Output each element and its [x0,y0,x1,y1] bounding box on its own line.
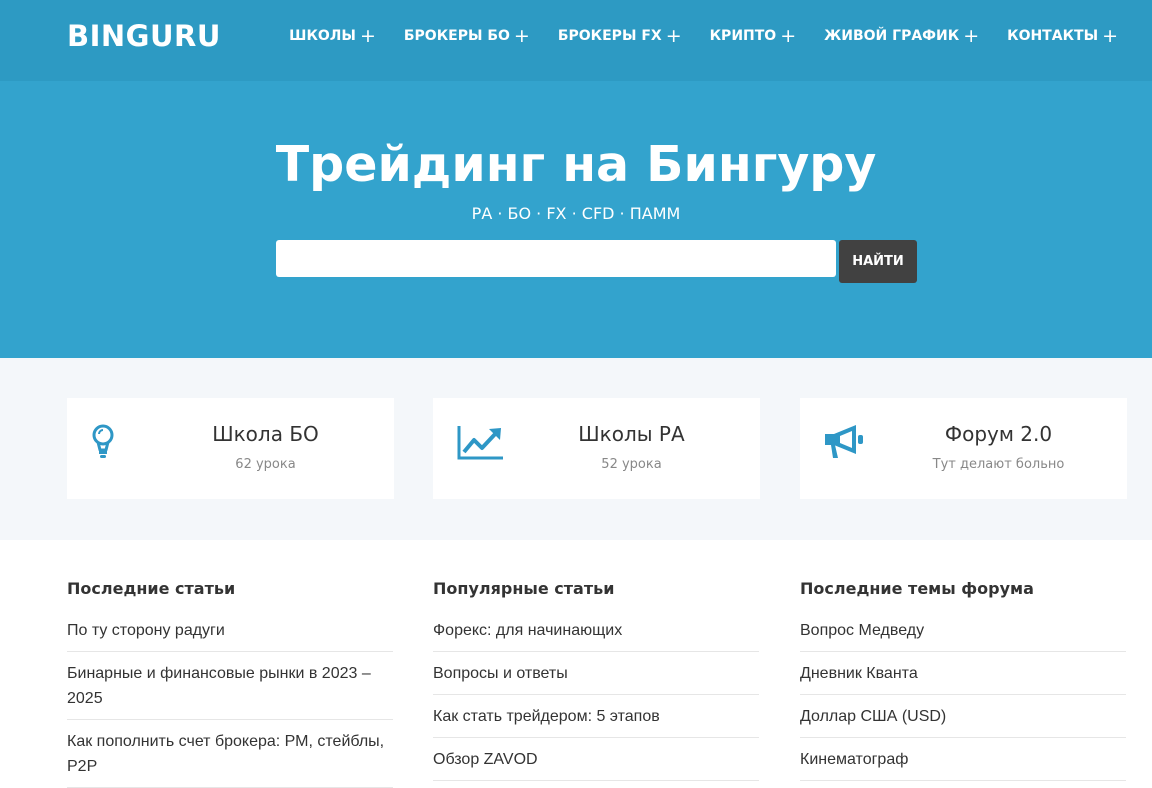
list-item[interactable]: Кинематограф [800,738,1126,781]
list-item[interactable]: Обзор ZAVOD [433,738,759,781]
nav-item-label: ШКОЛЫ [289,28,356,44]
nav-item-label: КРИПТО [709,28,777,44]
article-list: Форекс: для начинающих Вопросы и ответы … [433,609,759,781]
article-list: По ту сторону радуги Бинарные и финансов… [67,609,393,788]
list-item[interactable]: Вопросы и ответы [433,652,759,695]
hero-title: Трейдинг на Бингуру [275,136,877,193]
plus-icon: + [665,24,682,47]
megaphone-icon [825,425,863,458]
nav-item-label: БРОКЕРЫ БО [403,28,510,44]
list-item[interactable]: Как пополнить счет брокера: РМ, стейблы,… [67,720,393,788]
list-item[interactable]: Бинарные и финансовые рынки в 2023 – 202… [67,652,393,720]
list-item[interactable]: Форекс: для начинающих [433,609,759,652]
main-nav: ШКОЛЫ + БРОКЕРЫ БО + БРОКЕРЫ FX + КРИПТО… [289,0,1118,72]
card-description: 52 урока [601,457,662,472]
card-description: Тут делают больно [932,457,1065,472]
nav-item-label: КОНТАКТЫ [1007,28,1099,44]
list-item[interactable]: Дневник Кванта [800,652,1126,695]
popular-articles-column: Популярные статьи Форекс: для начинающих… [433,578,759,781]
column-title: Популярные статьи [433,579,615,598]
feature-card-schools-ra[interactable]: Школы РА 52 урока [433,398,760,499]
column-title: Последние темы форума [800,579,1034,598]
feature-card-school-bo[interactable]: Школа БО 62 урока [67,398,394,499]
list-item[interactable]: Вопрос Медведу [800,609,1126,652]
list-item[interactable]: Доллар США (USD) [800,695,1126,738]
nav-item-brokers-bo[interactable]: БРОКЕРЫ БО + [403,24,530,47]
chart-up-icon [457,426,503,460]
search-button[interactable]: НАЙТИ [839,240,917,283]
nav-item-live-chart[interactable]: ЖИВОЙ ГРАФИК + [824,24,980,47]
nav-item-brokers-fx[interactable]: БРОКЕРЫ FX + [557,24,682,47]
card-title: Форум 2.0 [944,422,1053,446]
nav-item-schools[interactable]: ШКОЛЫ + [289,24,376,47]
card-description: 62 урока [235,457,296,472]
list-item[interactable]: По ту сторону радуги [67,609,393,652]
plus-icon: + [513,24,530,47]
nav-item-crypto[interactable]: КРИПТО + [709,24,797,47]
forum-topic-list: Вопрос Медведу Дневник Кванта Доллар США… [800,609,1126,781]
search-input[interactable] [276,240,836,277]
hero-subtitle: РА · БО · FX · CFD · ПАММ [471,204,681,223]
features-section: Школа БО 62 урока Школы РА 52 урока Фору… [0,358,1152,540]
nav-item-contacts[interactable]: КОНТАКТЫ + [1007,24,1118,47]
forum-topics-column: Последние темы форума Вопрос Медведу Дне… [800,578,1126,781]
lightbulb-icon [92,424,114,458]
nav-item-label: БРОКЕРЫ FX [557,28,662,44]
feature-card-forum[interactable]: Форум 2.0 Тут делают больно [800,398,1127,499]
card-title: Школа БО [212,422,319,446]
plus-icon: + [1102,24,1118,47]
column-title: Последние статьи [67,579,236,598]
hero-section: Трейдинг на Бингуру РА · БО · FX · CFD ·… [0,81,1152,358]
site-logo[interactable]: BINGURU [67,19,221,53]
plus-icon: + [780,24,797,47]
latest-articles-column: Последние статьи По ту сторону радуги Би… [67,578,393,788]
top-navbar: BINGURU ШКОЛЫ + БРОКЕРЫ БО + БРОКЕРЫ FX … [0,0,1152,81]
plus-icon: + [359,24,376,47]
nav-item-label: ЖИВОЙ ГРАФИК [824,28,960,44]
card-title: Школы РА [578,422,685,446]
plus-icon: + [963,24,980,47]
list-item[interactable]: Как стать трейдером: 5 этапов [433,695,759,738]
